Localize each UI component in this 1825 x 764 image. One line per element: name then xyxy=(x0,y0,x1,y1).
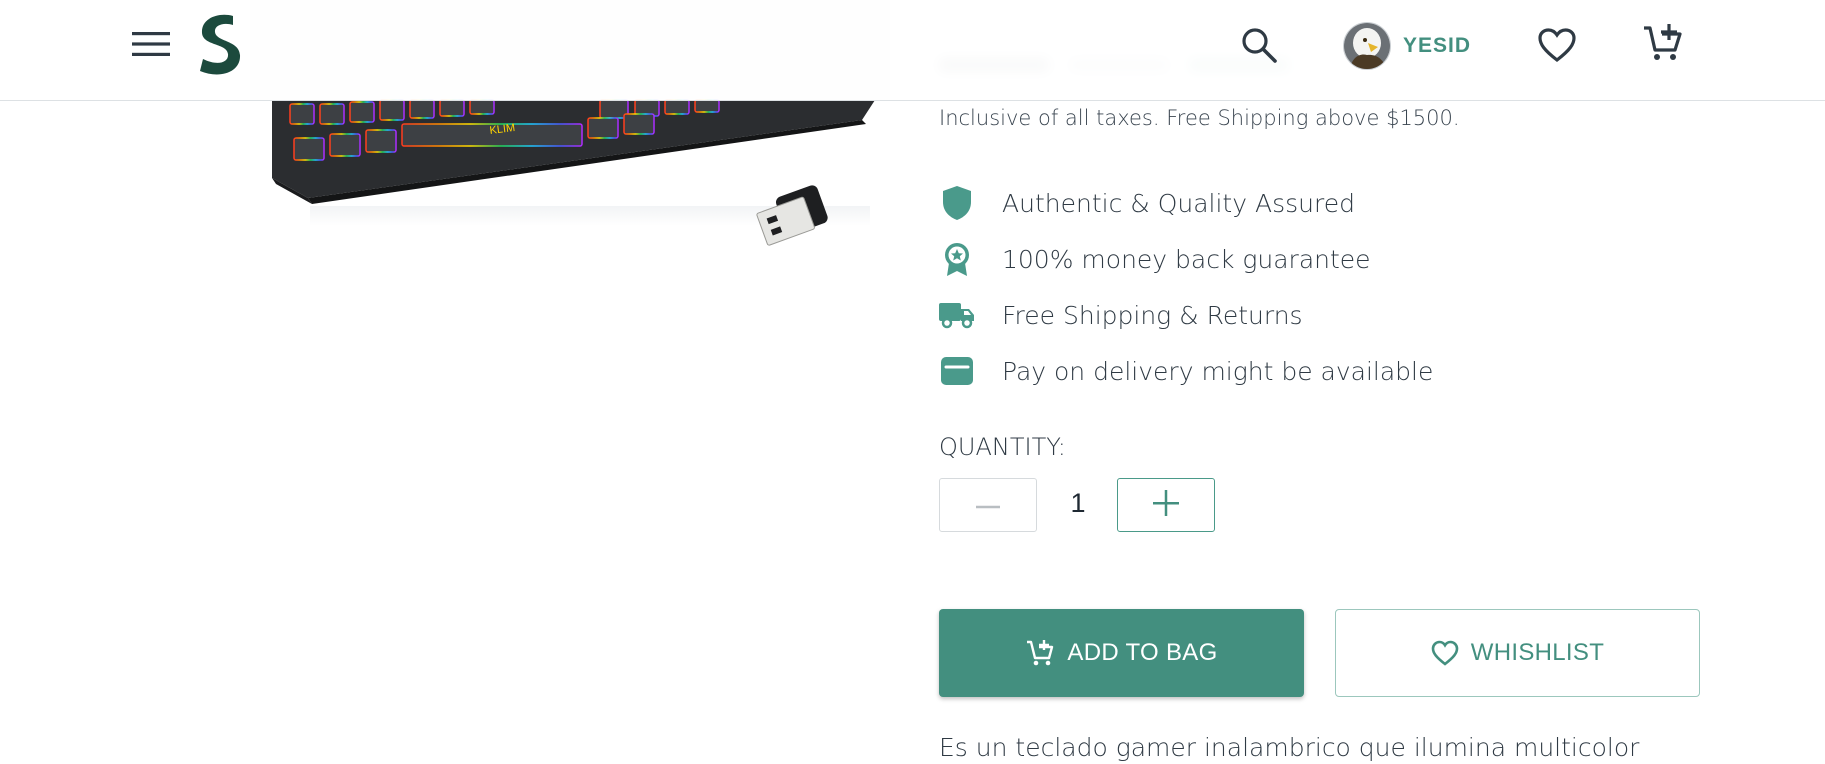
product-description: Es un teclado gamer inalambrico que ilum… xyxy=(939,733,1640,762)
quantity-label: QUANTITY: xyxy=(939,433,1066,461)
avatar xyxy=(1343,22,1391,70)
truck-icon xyxy=(939,297,975,333)
heart-icon xyxy=(1537,27,1577,68)
search-button[interactable] xyxy=(1236,24,1282,70)
feature-pay-on-delivery: Pay on delivery might be available xyxy=(939,343,1433,399)
feature-money-back: 100% money back guarantee xyxy=(939,231,1433,287)
cart-add-icon xyxy=(1025,638,1055,668)
username: YESID xyxy=(1403,34,1472,57)
quantity-value[interactable]: 1 xyxy=(1060,488,1096,519)
feature-text: Free Shipping & Returns xyxy=(1002,300,1303,330)
feature-text: Pay on delivery might be available xyxy=(1002,356,1434,386)
minus-icon xyxy=(976,496,1000,514)
header-wishlist-button[interactable] xyxy=(1534,24,1580,70)
hamburger-menu-icon xyxy=(132,30,170,63)
product-page: KLIM Inclusive of all taxes. Free Shippi… xyxy=(0,0,1825,764)
menu-button[interactable] xyxy=(128,26,174,66)
feature-shipping: Free Shipping & Returns xyxy=(939,287,1433,343)
wishlist-button[interactable]: WHISHLIST xyxy=(1335,609,1700,697)
award-ribbon-icon xyxy=(939,241,975,277)
add-to-bag-label: ADD TO BAG xyxy=(1067,639,1218,666)
plus-icon xyxy=(1153,489,1179,521)
wishlist-label: WHISHLIST xyxy=(1470,639,1605,666)
user-account[interactable]: YESID xyxy=(1343,22,1471,70)
feature-list: Authentic & Quality Assured 100% money b… xyxy=(939,175,1433,399)
feature-text: Authentic & Quality Assured xyxy=(1002,188,1355,218)
site-header: YESID xyxy=(0,0,1825,101)
header-cart-button[interactable] xyxy=(1640,22,1686,68)
quantity-decrease-button[interactable] xyxy=(939,478,1037,532)
feature-text: 100% money back guarantee xyxy=(1002,244,1371,274)
wallet-icon xyxy=(939,353,975,389)
tax-note: Inclusive of all taxes. Free Shipping ab… xyxy=(939,106,1460,130)
heart-icon xyxy=(1431,640,1459,666)
cart-add-icon xyxy=(1642,22,1684,69)
search-icon xyxy=(1241,27,1277,68)
s-logo-icon xyxy=(197,13,243,80)
add-to-bag-button[interactable]: ADD TO BAG xyxy=(939,609,1304,697)
feature-authentic: Authentic & Quality Assured xyxy=(939,175,1433,231)
quantity-increase-button[interactable] xyxy=(1117,478,1215,532)
shield-icon xyxy=(939,185,975,221)
site-logo[interactable] xyxy=(196,14,244,78)
